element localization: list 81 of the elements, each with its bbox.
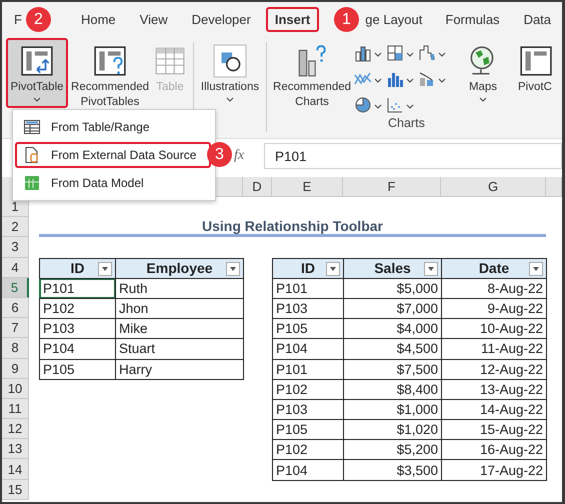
row-header[interactable]: 8 [2, 338, 29, 358]
ribbon-button[interactable]: PivotTable [6, 38, 68, 108]
row-header[interactable]: 11 [2, 398, 29, 420]
table-header-cell: Employee [115, 258, 244, 279]
pivot-chart-icon [518, 44, 552, 78]
row-header[interactable]: 14 [2, 459, 29, 480]
formula-input[interactable]: P101 [264, 143, 562, 169]
ribbon-tab[interactable]: Formulas [436, 6, 509, 32]
pivot-table-icon [93, 44, 127, 78]
row-header[interactable]: 3 [2, 237, 29, 258]
row-header[interactable]: 13 [2, 439, 29, 460]
column-header[interactable]: F [343, 177, 441, 197]
bar-chart-icon [386, 44, 404, 62]
ribbon-tab[interactable]: Data [514, 6, 560, 32]
ribbon-tab[interactable]: View [130, 6, 177, 32]
table-header-cell: Sales [343, 258, 442, 279]
caret-icon [438, 52, 446, 56]
caret-icon [406, 104, 414, 108]
ribbon-button[interactable]: Maps [452, 38, 514, 108]
caret-icon [33, 97, 41, 102]
column-header[interactable]: D [243, 177, 272, 197]
table-cell: Ruth [115, 278, 244, 299]
scatter-chart-icon [386, 96, 404, 114]
bar-chart-icon [386, 70, 404, 88]
shapes-icon [213, 44, 247, 78]
group-label: Charts [388, 116, 425, 130]
filter-dropdown-icon[interactable] [424, 262, 438, 276]
table-header-cell: ID [272, 258, 344, 279]
row-header[interactable]: 9 [2, 358, 29, 379]
filter-dropdown-icon[interactable] [226, 262, 240, 276]
caret-icon [374, 104, 382, 108]
ribbon-tab[interactable]: ge Layout [361, 6, 426, 32]
bar-chart-icon [418, 44, 436, 62]
row-header[interactable]: 10 [2, 378, 29, 399]
filter-dropdown-icon[interactable] [529, 262, 543, 276]
ribbon-tab[interactable]: F [10, 6, 26, 32]
filter-dropdown-icon[interactable] [98, 262, 112, 276]
row-header[interactable]: 7 [2, 318, 29, 338]
row-header[interactable]: 5 [2, 278, 29, 298]
caret-icon [226, 97, 234, 102]
menu-item[interactable]: From Table/Range [15, 114, 211, 140]
table-cell: 17-Aug-22 [441, 459, 547, 481]
data-model-icon [23, 174, 41, 192]
table-cell: P105 [39, 358, 116, 380]
row-header[interactable]: 4 [2, 258, 29, 278]
caret-icon [406, 52, 414, 56]
ribbon-tab[interactable]: Insert [266, 6, 320, 32]
step-badge: 3 [207, 142, 232, 167]
caret-icon [374, 52, 382, 56]
ribbon-button[interactable]: PivotC [516, 38, 560, 108]
caret-icon [479, 97, 487, 102]
bar-chart-icon [418, 70, 436, 88]
row-header[interactable]: 15 [2, 480, 29, 500]
ribbon-tab[interactable]: Developer [182, 6, 260, 32]
row-header[interactable]: 6 [2, 298, 29, 318]
ribbon-button[interactable]: Recommended Charts [272, 38, 352, 108]
caret-icon [438, 78, 446, 82]
table-icon [23, 118, 41, 136]
sheet-title: Using Relationship Toolbar [39, 217, 546, 238]
function-label: fx [234, 148, 246, 164]
menu-item[interactable]: From Data Model [15, 170, 211, 196]
column-header[interactable]: G [441, 177, 546, 197]
caret-icon [406, 78, 414, 82]
menu-item[interactable]: From External Data Source [15, 142, 211, 168]
bar-chart-icon [354, 44, 372, 62]
table-cell: P101 [39, 278, 116, 299]
pie-chart-icon [354, 96, 372, 114]
filter-dropdown-icon[interactable] [326, 262, 340, 276]
ribbon-button[interactable]: Illustrations [199, 38, 261, 108]
ribbon-tab[interactable]: Home [72, 6, 125, 32]
table-header-cell: ID [39, 258, 116, 279]
table-cell: P104 [272, 459, 344, 481]
caret-icon [374, 78, 382, 82]
column-header[interactable]: E [272, 177, 343, 197]
ribbon-button[interactable]: Recommended PivotTables [70, 38, 150, 108]
row-header[interactable]: 12 [2, 419, 29, 440]
table-cell: Harry [115, 358, 244, 380]
table-cell: P102 [39, 298, 116, 320]
table-header-cell: Date [441, 258, 547, 279]
pivot-table-icon [20, 44, 54, 78]
row-header[interactable]: 2 [2, 217, 29, 238]
